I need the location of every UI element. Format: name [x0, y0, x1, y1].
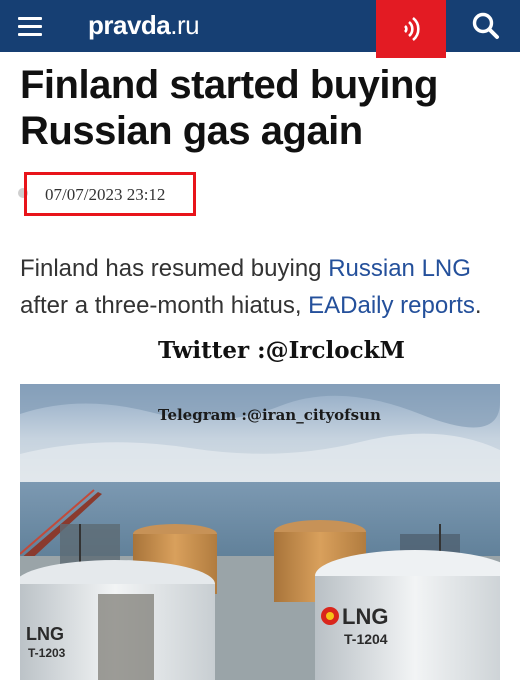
- menu-button[interactable]: [18, 14, 48, 38]
- publish-date: 07/07/2023 23:12: [45, 185, 166, 204]
- article-title: Finland started buying Russian gas again: [20, 63, 438, 153]
- sound-waves-icon: [403, 16, 420, 42]
- link-eadaily[interactable]: EADaily reports: [308, 292, 475, 319]
- hamburger-icon-line: [18, 25, 42, 28]
- audio-button[interactable]: [376, 0, 446, 58]
- logo-tld: .ru: [170, 10, 200, 40]
- search-icon: [472, 12, 499, 39]
- twitter-watermark: Twitter :@IrclockM: [158, 337, 405, 364]
- telegram-watermark: Telegram :@iran_cityofsun: [158, 406, 381, 424]
- article-lead: Finland has resumed buying Russian LNG a…: [20, 250, 500, 324]
- top-navigation-bar: pravda.ru: [0, 0, 520, 58]
- site-logo[interactable]: pravda.ru: [88, 10, 200, 41]
- article-image: Telegram :@iran_cityofsun LNG T-1203 LNG…: [20, 384, 500, 680]
- tank-left-label: LNG: [26, 624, 64, 644]
- link-russian-lng[interactable]: Russian LNG: [328, 255, 471, 282]
- tank-right-code: T-1204: [344, 631, 388, 647]
- hamburger-icon-line: [18, 17, 42, 20]
- lead-text: Finland has resumed buying: [20, 255, 329, 282]
- lng-terminal-photo: [20, 384, 500, 680]
- lead-text: .: [474, 292, 482, 319]
- hamburger-icon-line: [18, 33, 42, 36]
- lead-text: after a three-month hiatus,: [20, 292, 309, 319]
- logo-name: pravda: [88, 10, 171, 40]
- tank-left-code: T-1203: [28, 646, 66, 660]
- search-button[interactable]: [452, 0, 520, 52]
- date-highlight-box: 07/07/2023 23:12: [24, 172, 196, 216]
- tank-right-label: LNG: [342, 604, 389, 629]
